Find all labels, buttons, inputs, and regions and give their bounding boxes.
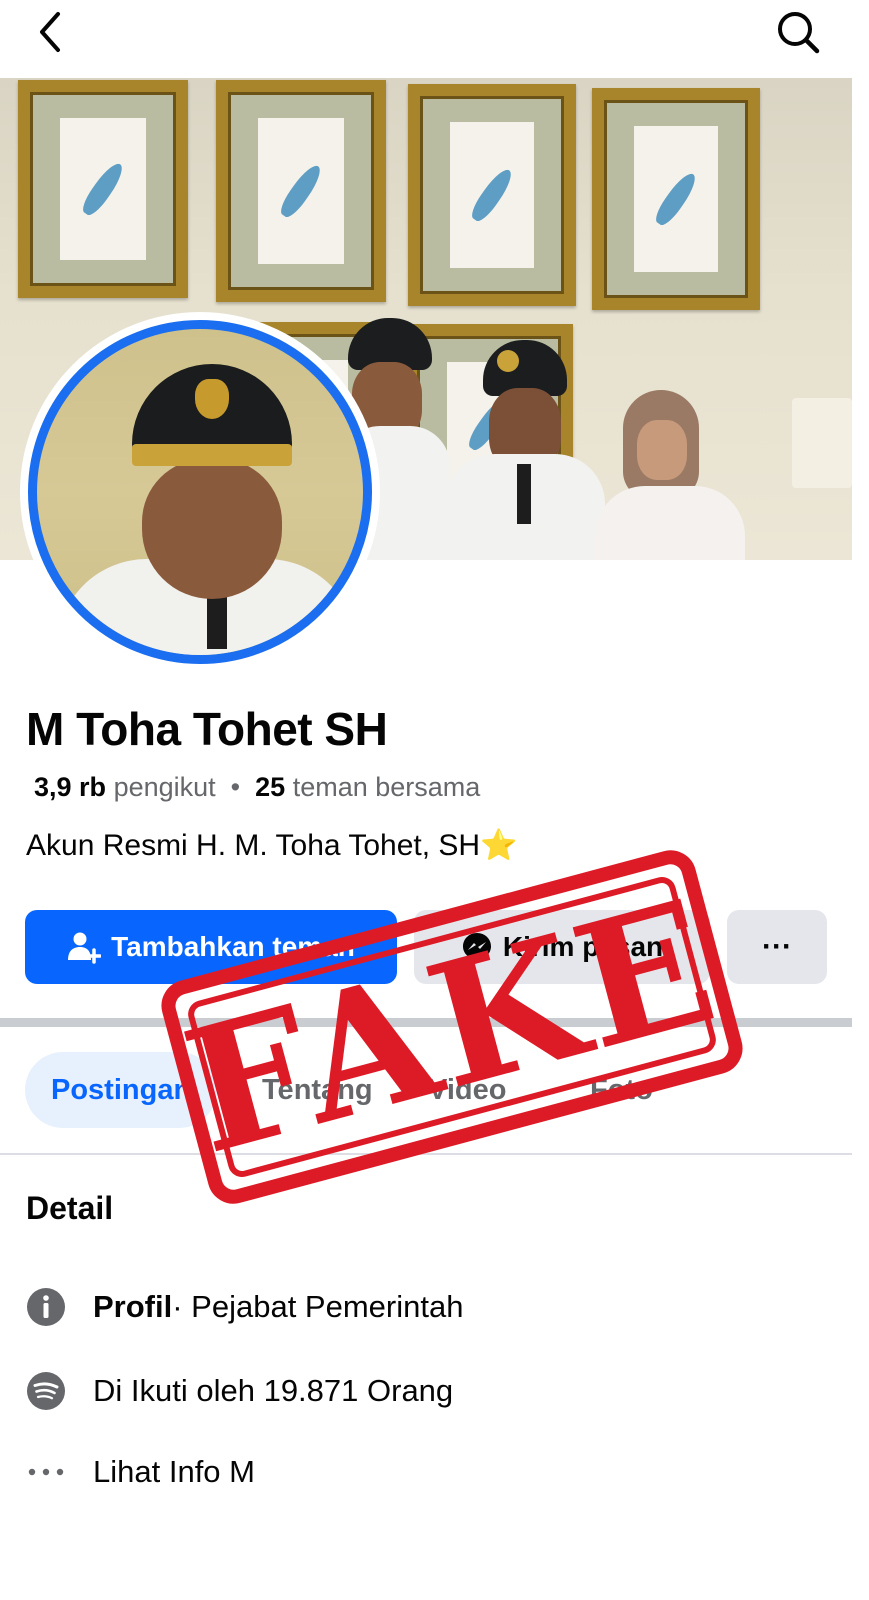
- followers-label[interactable]: pengikut: [114, 772, 216, 802]
- mutual-label[interactable]: teman bersama: [293, 772, 481, 802]
- detail-more-info-text: Lihat Info M: [93, 1454, 255, 1489]
- mutual-count[interactable]: 25: [255, 772, 285, 802]
- person-center: [445, 340, 605, 560]
- detail-profile-row: Profil · Pejabat Pemerintah: [26, 1282, 463, 1332]
- detail-profile-category: · Pejabat Pemerintah: [172, 1289, 464, 1324]
- top-bar: [0, 0, 869, 78]
- stats-separator: •: [230, 772, 241, 802]
- profile-stats: 3,9 rb pengikut • 25 teman bersama: [34, 772, 480, 803]
- search-icon[interactable]: [776, 10, 820, 54]
- detail-heading: Detail: [26, 1190, 114, 1226]
- info-icon: [26, 1287, 66, 1327]
- lamp: [792, 398, 852, 488]
- tabs-divider: [0, 1153, 852, 1155]
- detail-followers-row: Di Ikuti oleh 19.871 Orang: [26, 1366, 453, 1416]
- more-icon: ···: [762, 930, 792, 963]
- detail-more-info-row[interactable]: Lihat Info M: [26, 1447, 255, 1497]
- detail-followers-text: Di Ikuti oleh 19.871 Orang: [93, 1373, 454, 1408]
- followers-count[interactable]: 3,9 rb: [34, 772, 106, 802]
- profile-bio: Akun Resmi H. M. Toha Tohet, SH⭐: [26, 829, 518, 862]
- ellipsis-icon: [26, 1452, 66, 1492]
- person-right: [595, 390, 745, 560]
- back-arrow-icon[interactable]: [30, 10, 74, 54]
- more-button[interactable]: ···: [727, 910, 827, 984]
- painting-frame: [216, 80, 386, 302]
- painting-frame: [18, 80, 188, 298]
- profile-name: M Toha Tohet SH: [26, 703, 388, 755]
- spotify-icon: [26, 1371, 66, 1411]
- painting-frame: [592, 88, 760, 310]
- add-friend-icon: [67, 930, 102, 964]
- avatar[interactable]: [28, 320, 372, 664]
- painting-frame: [408, 84, 576, 306]
- detail-profile-label: Profil: [93, 1289, 173, 1324]
